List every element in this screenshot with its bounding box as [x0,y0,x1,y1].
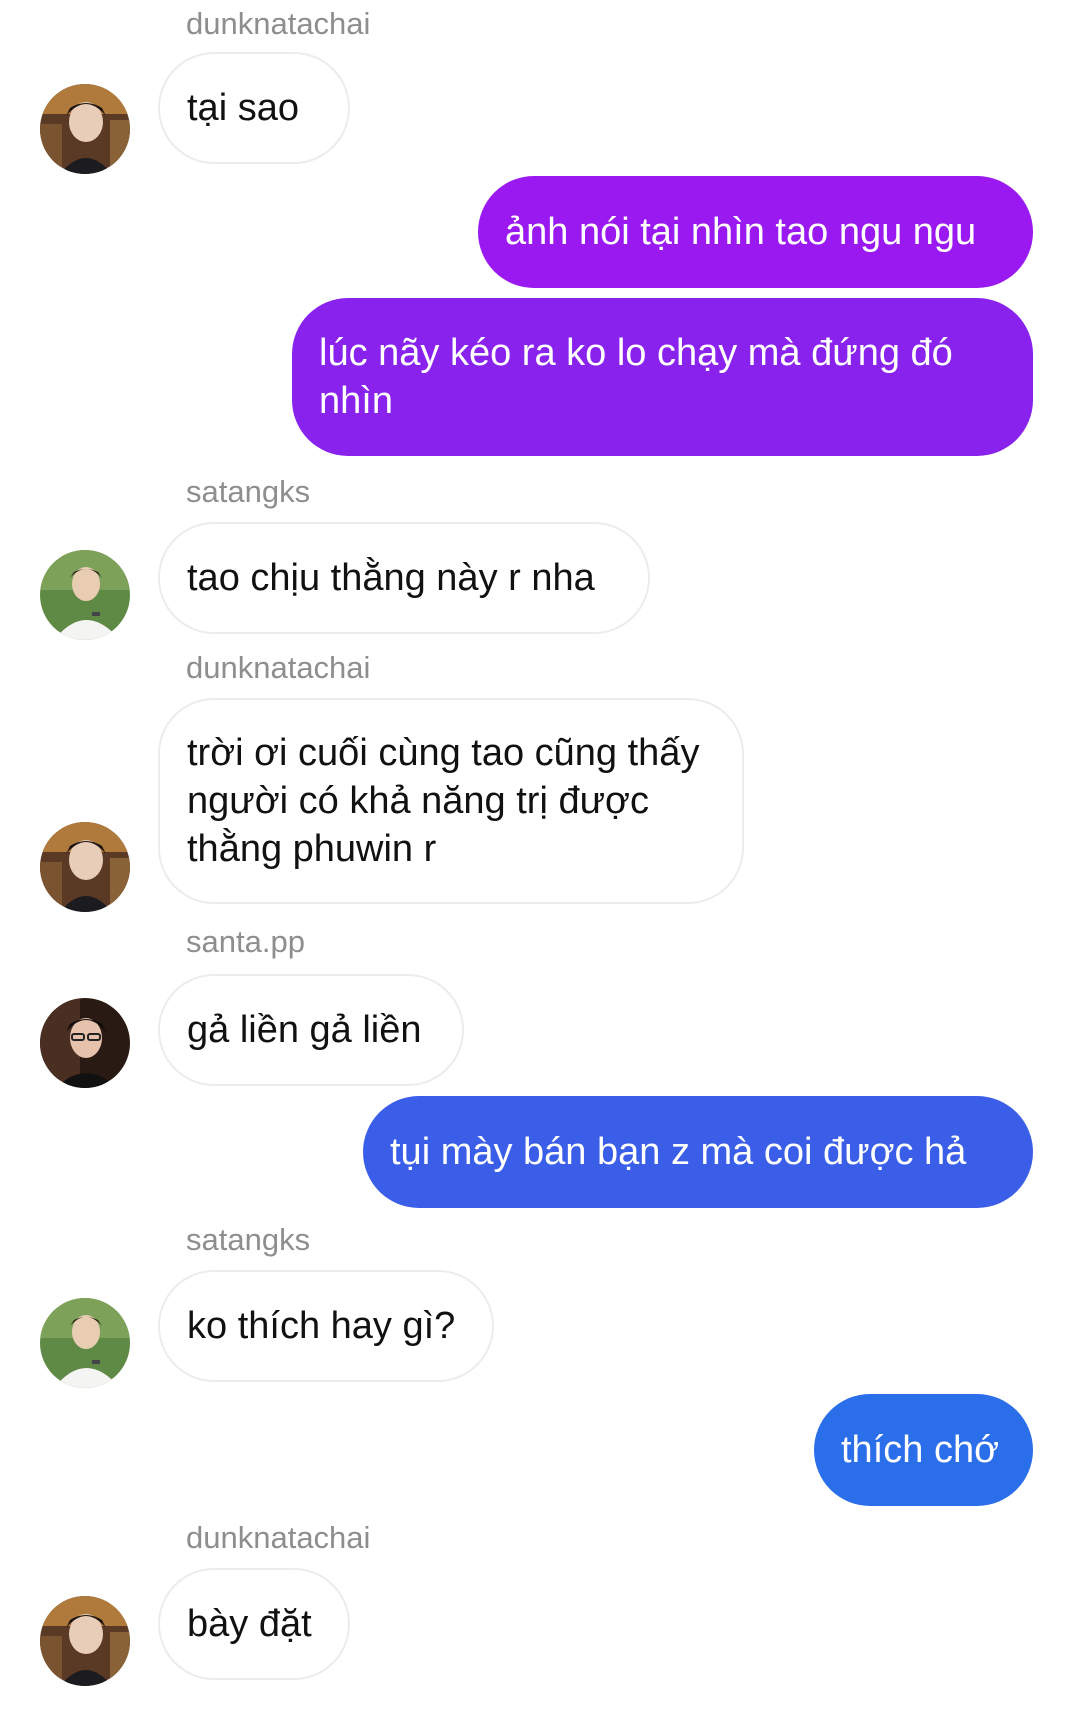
message-text: ảnh nói tại nhìn tao ngu ngu [505,211,977,253]
message-text: gả liền gả liền [187,1009,422,1051]
message-text: trời ơi cuối cùng tao cũng thấy người có… [187,732,700,870]
sender-name: dunknatachai [186,1520,371,1555]
message-bubble[interactable]: lúc nãy kéo ra ko lo chạy mà đứng đó nhì… [292,298,1033,456]
message-bubble[interactable]: bày đặt [158,1568,350,1680]
message-bubble[interactable]: tụi mày bán bạn z mà coi được hả [363,1096,1033,1208]
message-bubble[interactable]: tại sao [158,52,350,164]
message-text: lúc nãy kéo ra ko lo chạy mà đứng đó nhì… [319,332,953,422]
dunk-avatar[interactable] [40,1596,130,1686]
sender-name: santa.pp [186,924,305,959]
sender-name: satangks [186,474,311,509]
message-bubble[interactable]: thích chớ [814,1394,1033,1506]
satang-avatar[interactable] [40,550,130,640]
message-bubble[interactable]: ảnh nói tại nhìn tao ngu ngu [478,176,1033,288]
message-bubble[interactable]: gả liền gả liền [158,974,464,1086]
message-text: tụi mày bán bạn z mà coi được hả [390,1131,967,1173]
message-text: bày đặt [187,1603,312,1645]
sender-name: dunknatachai [186,6,371,41]
dunk-avatar[interactable] [40,822,130,912]
message-text: tao chịu thằng này r nha [187,557,595,599]
message-text: tại sao [187,87,299,129]
chat-thread: dunknatachai tại sao ảnh nói tại nhìn ta… [0,0,1080,1726]
dunk-avatar[interactable] [40,84,130,174]
satang-avatar[interactable] [40,1298,130,1388]
sender-name: dunknatachai [186,650,371,685]
message-bubble[interactable]: tao chịu thằng này r nha [158,522,650,634]
message-text: thích chớ [841,1429,999,1471]
message-bubble[interactable]: ko thích hay gì? [158,1270,494,1382]
message-bubble[interactable]: trời ơi cuối cùng tao cũng thấy người có… [158,698,744,904]
santa-avatar[interactable] [40,998,130,1088]
sender-name: satangks [186,1222,311,1257]
message-text: ko thích hay gì? [187,1305,456,1347]
